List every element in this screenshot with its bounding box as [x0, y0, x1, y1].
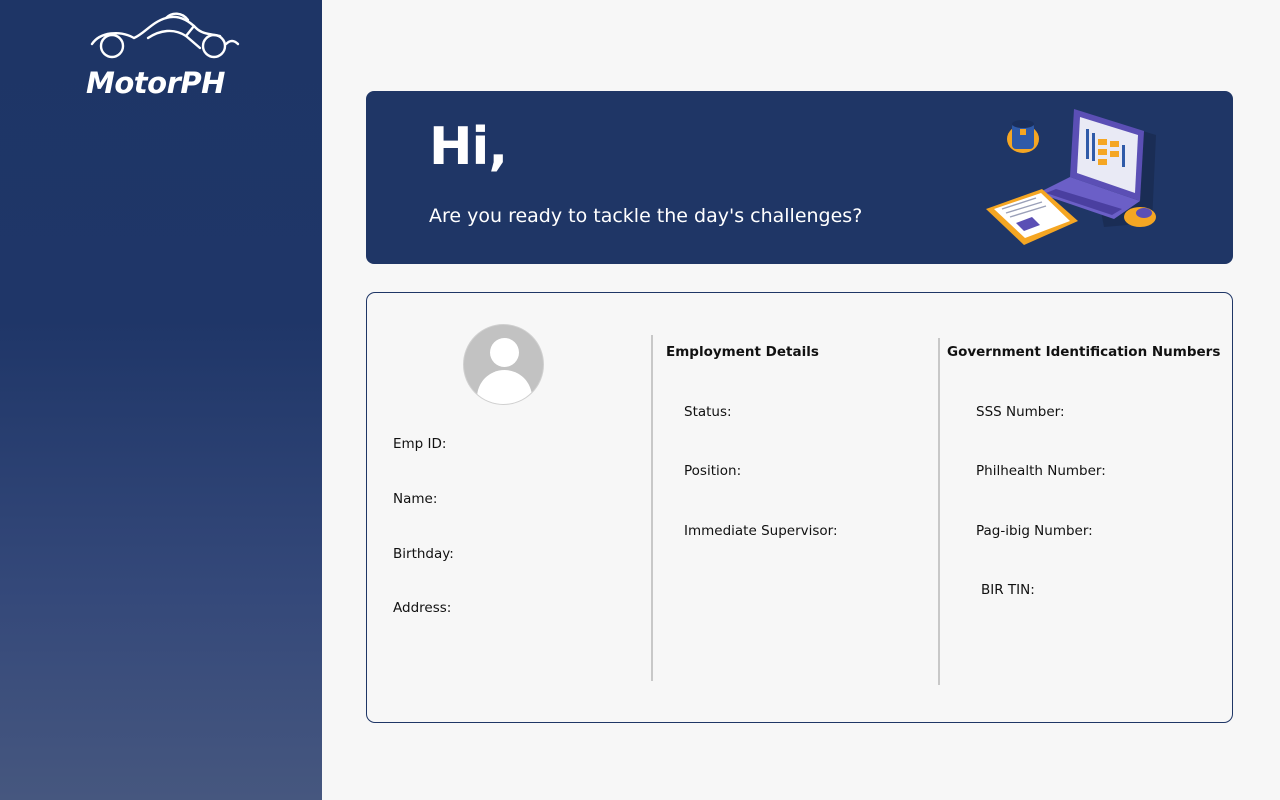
name-label: Name: — [393, 491, 438, 507]
sss-number-label: SSS Number: — [976, 404, 1065, 420]
motorph-logo[interactable]: MotorPH — [86, 10, 246, 100]
motorcycle-icon — [90, 12, 240, 59]
avatar-head — [490, 338, 519, 367]
bir-tin-label: BIR TIN: — [981, 582, 1035, 598]
banner-tagline: Are you ready to tackle the day's challe… — [429, 205, 863, 227]
column-divider-right — [938, 338, 940, 685]
status-label: Status: — [684, 404, 732, 420]
employment-details-heading: Employment Details — [666, 344, 819, 360]
brand-name: MotorPH — [86, 66, 225, 100]
employee-profile-card: Emp ID: Name: Birthday: Address: Employm… — [366, 292, 1233, 723]
emp-id-label: Emp ID: — [393, 436, 447, 452]
avatar-body — [477, 370, 532, 404]
welcome-banner: Hi, Are you ready to tackle the day's ch… — [366, 91, 1233, 264]
avatar[interactable] — [463, 324, 544, 405]
laptop-workspace-illustration — [986, 109, 1156, 245]
address-label: Address: — [393, 600, 452, 616]
government-ids-heading: Government Identification Numbers — [947, 344, 1221, 360]
philhealth-number-label: Philhealth Number: — [976, 463, 1106, 479]
pagibig-number-label: Pag-ibig Number: — [976, 523, 1093, 539]
greeting-heading: Hi, — [429, 117, 508, 177]
birthday-label: Birthday: — [393, 546, 454, 562]
sidebar: MotorPH — [0, 0, 322, 800]
column-divider-left — [651, 335, 653, 681]
position-label: Position: — [684, 463, 742, 479]
immediate-supervisor-label: Immediate Supervisor: — [684, 523, 838, 539]
